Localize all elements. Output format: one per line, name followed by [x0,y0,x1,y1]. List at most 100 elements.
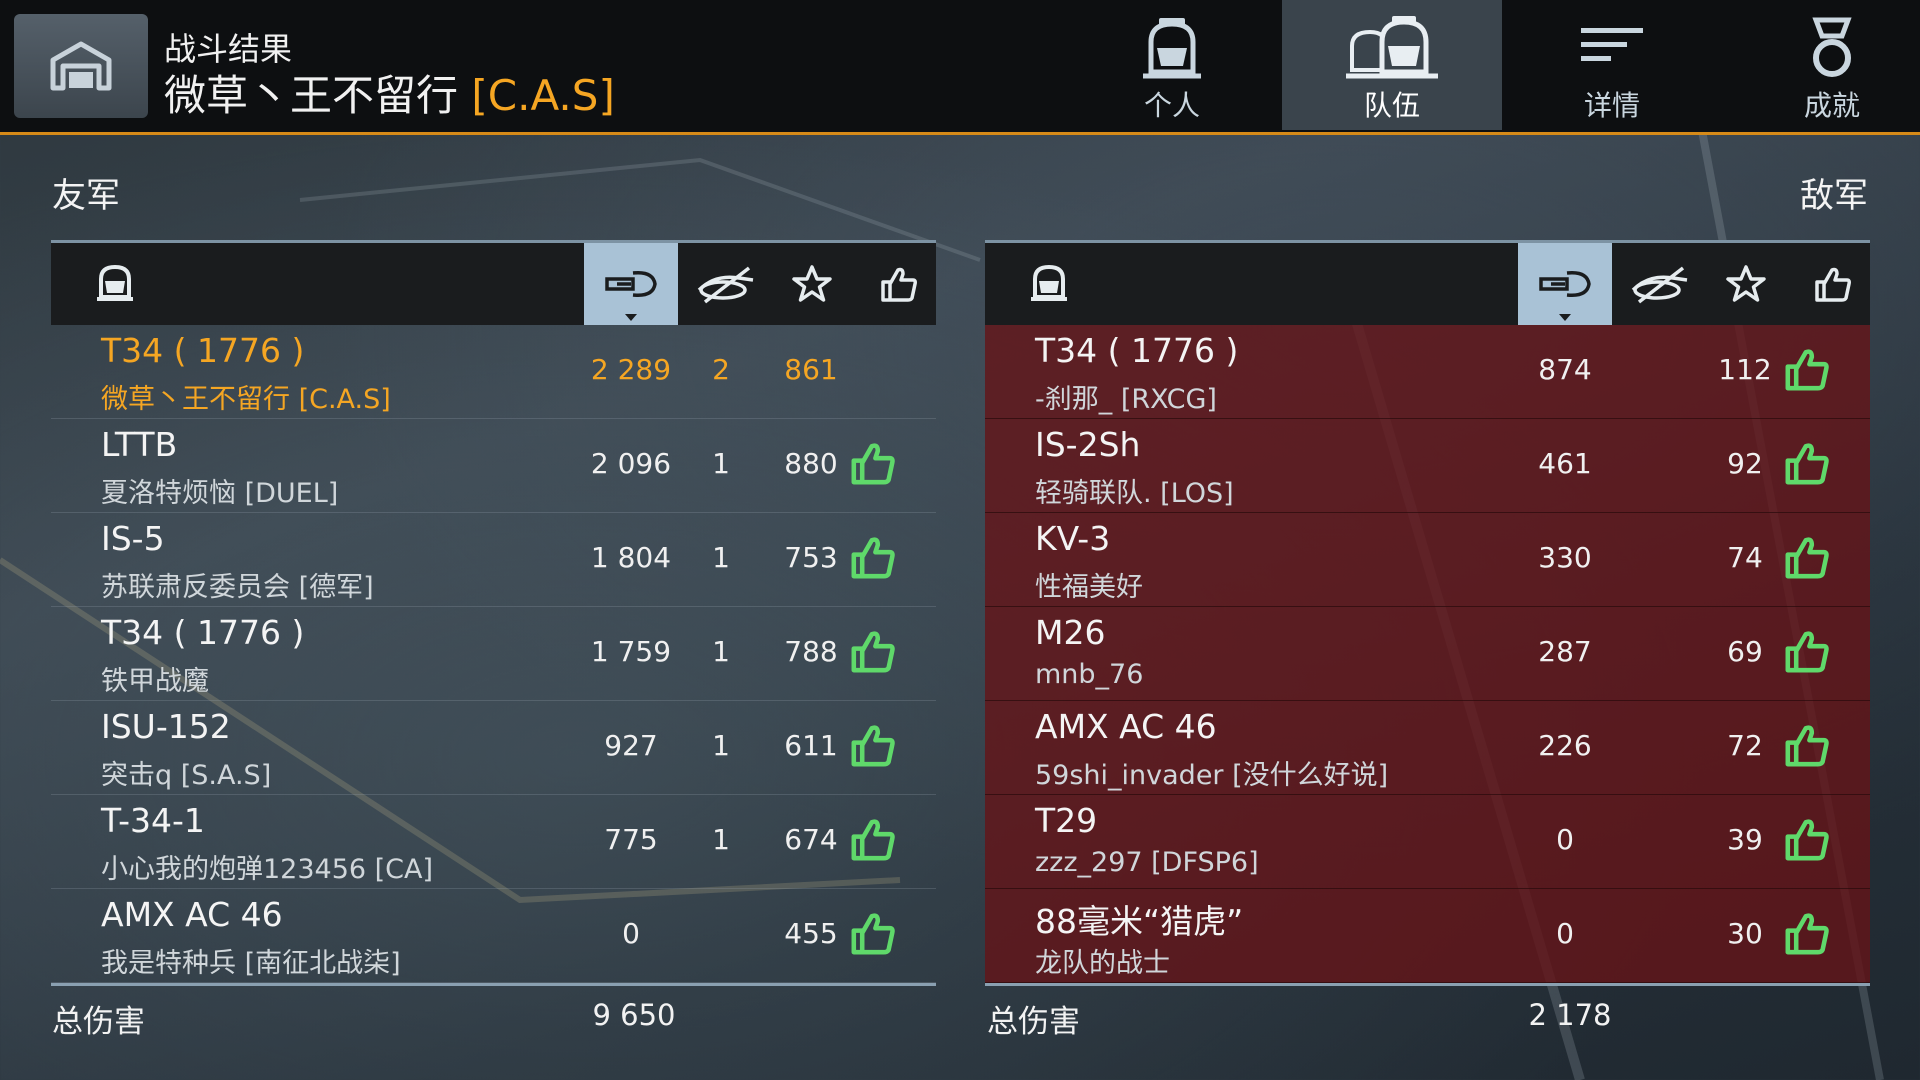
like-button[interactable] [849,721,897,773]
player-row[interactable]: T-34-1 小心我的炮弹123456 [CA] 775 1 674 [51,795,936,889]
enemies-total-label: 总伤害 [987,1004,1080,1040]
player-row[interactable]: ISU-152 突击q [S.A.S] 927 1 611 [51,701,936,795]
like-button[interactable] [1783,345,1831,397]
tab-details[interactable]: 详情 [1502,0,1722,130]
kills-value: 1 [712,729,730,762]
kills-column-header[interactable] [1615,243,1705,325]
thumbs-up-icon [1785,537,1829,579]
score-value: 674 [784,823,838,856]
player-name: 微草丶王不留行 [164,71,459,120]
details-lines-icon [1581,28,1643,61]
allies-total-damage: 9 650 [592,998,676,1032]
thumbs-up-icon [1785,819,1829,861]
player-row[interactable]: T34 ( 1776 ) 微草丶王不留行 [C.A.S] 2 289 2 861 [51,325,936,419]
allies-panel: T34 ( 1776 ) 微草丶王不留行 [C.A.S] 2 289 2 861 LTTB… [51,240,936,986]
kills-value: 2 [712,353,730,386]
player-title: 微草丶王不留行 [C.A.S] [164,62,615,123]
damage-shell-icon [605,270,657,298]
like-button[interactable] [1783,721,1831,773]
damage-value: 0 [622,917,640,950]
like-button[interactable] [849,909,897,961]
score-column-header[interactable] [767,243,857,325]
player-row[interactable]: IS-5 苏联肃反委员会 [德军] 1 804 1 753 [51,513,936,607]
tank-crew-icon [97,264,133,301]
sort-caret-icon [1559,314,1571,321]
thumbs-up-icon [851,631,895,673]
score-value: 788 [784,635,838,668]
player-row[interactable]: 88毫米“猎虎” 龙队的战士 0 30 [985,889,1870,983]
like-button[interactable] [1783,439,1831,491]
tank-name: KV-3 [1035,519,1111,558]
kills-value: 1 [712,541,730,574]
like-button[interactable] [849,439,897,491]
thumbs-up-icon [1785,631,1829,673]
damage-value: 874 [1538,353,1592,386]
tank-name: AMX AC 46 [101,895,283,934]
player-name: 苏联肃反委员会 [德军] [101,572,374,603]
enemies-label: 敌军 [1800,176,1868,216]
player-row[interactable]: AMX AC 46 59shi_invader [没什么好说] 226 72 [985,701,1870,795]
sort-damage-button[interactable] [584,243,678,325]
player-row[interactable]: M26 mnb_76 287 69 [985,607,1870,701]
player-name: 我是特种兵 [南征北战柒] [101,948,401,979]
thumbs-up-icon [881,267,917,302]
like-column-header[interactable] [1788,243,1878,325]
score-value: 39 [1727,823,1763,856]
allies-header [51,240,936,325]
enemies-divider [985,983,1870,986]
damage-value: 2 289 [590,353,672,386]
player-row[interactable]: AMX AC 46 我是特种兵 [南征北战柒] 0 455 [51,889,936,983]
tab-team[interactable]: 队伍 [1282,0,1502,130]
player-name: 性福美好 [1035,572,1143,603]
tab-personal[interactable]: 个人 [1062,0,1282,130]
player-row[interactable]: KV-3 性福美好 330 74 [985,513,1870,607]
like-column-header[interactable] [854,243,944,325]
like-button[interactable] [849,627,897,679]
score-value: 861 [784,353,838,386]
tank-name: ISU-152 [101,707,231,746]
star-icon [1726,265,1766,302]
player-row[interactable]: IS-2Sh 轻骑联队. [LOS] 461 92 [985,419,1870,513]
score-column-header[interactable] [1701,243,1791,325]
thumbs-up-icon [1785,913,1829,955]
damage-value: 2 096 [590,447,672,480]
tank-name: AMX AC 46 [1035,707,1217,746]
like-button[interactable] [1783,909,1831,961]
tank-name: IS-2Sh [1035,425,1141,464]
player-row[interactable]: T34 ( 1776 ) -刹那_ [RXCG] 874 112 [985,325,1870,419]
player-row[interactable]: T29 zzz_297 [DFSP6] 0 39 [985,795,1870,889]
damage-value: 330 [1538,541,1592,574]
allies-total-label: 总伤害 [52,1004,145,1040]
score-value: 72 [1727,729,1763,762]
player-clan: [C.A.S] [471,71,615,120]
kills-column-header[interactable] [681,243,771,325]
player-row[interactable]: LTTB 夏洛特烦恼 [DUEL] 2 096 1 880 [51,419,936,513]
like-button[interactable] [1783,815,1831,867]
damage-value: 775 [604,823,658,856]
tank-name: T34 ( 1776 ) [1035,331,1239,370]
like-button[interactable] [849,815,897,867]
damage-value: 1 759 [590,635,672,668]
damage-value: 1 804 [590,541,672,574]
sort-damage-button[interactable] [1518,243,1612,325]
thumbs-up-icon [851,913,895,955]
garage-home-button[interactable] [14,14,148,118]
team-crew-icon [1346,16,1438,79]
like-button[interactable] [1783,533,1831,585]
player-name: mnb_76 [1035,659,1144,690]
tank-name: LTTB [101,425,178,464]
thumbs-up-icon [851,443,895,485]
tab-achievements[interactable]: 成就 [1722,0,1920,130]
damage-value: 0 [1556,823,1574,856]
enemies-total-damage: 2 178 [1528,998,1612,1032]
like-button[interactable] [849,533,897,585]
player-name: 59shi_invader [没什么好说] [1035,760,1389,791]
allies-list: T34 ( 1776 ) 微草丶王不留行 [C.A.S] 2 289 2 861 LTTB… [51,325,936,983]
tab-team-label: 队伍 [1363,89,1420,122]
tank-name: M26 [1035,613,1106,652]
tank-crew-icon [1031,264,1067,301]
player-row[interactable]: T34 ( 1776 ) 铁甲战魔 1 759 1 788 [51,607,936,701]
kills-value: 1 [712,447,730,480]
tank-name: T34 ( 1776 ) [101,331,305,370]
like-button[interactable] [1783,627,1831,679]
